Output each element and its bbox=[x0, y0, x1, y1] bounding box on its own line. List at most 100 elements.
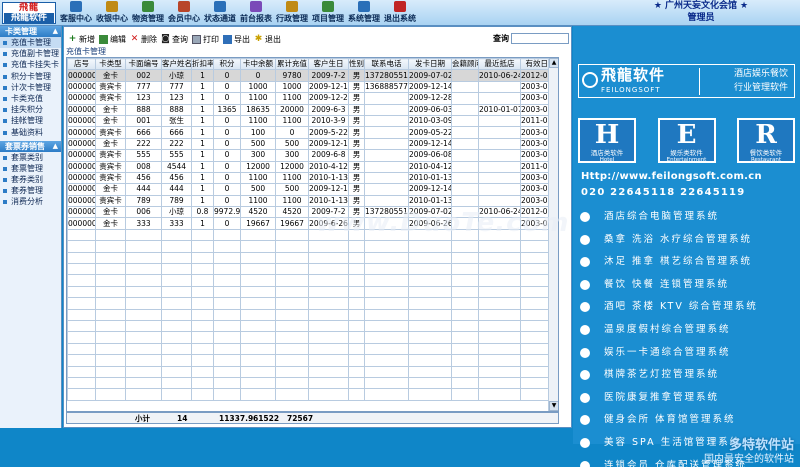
top-menu-headset[interactable]: 客服中心 bbox=[58, 0, 94, 26]
column-header[interactable]: 店号 bbox=[67, 58, 96, 71]
table-cell: 0 bbox=[213, 183, 241, 196]
column-header[interactable]: 卡中余额 bbox=[240, 58, 276, 71]
column-header[interactable]: 折扣率 bbox=[191, 58, 214, 71]
table-row[interactable] bbox=[67, 274, 558, 287]
column-header[interactable]: 发卡日期 bbox=[408, 58, 452, 71]
table-row[interactable]: 000000 贵宾卡 008 4544 1 0 12000 12000 2010-4-12 男 20… bbox=[67, 160, 558, 173]
top-menu-report[interactable]: 前台报表 bbox=[238, 0, 274, 26]
table-row[interactable]: 000000 贵宾卡 666 666 1 0 100 0 2009-5-22 男 2009-05-2… bbox=[67, 126, 558, 139]
nav-item[interactable]: 充值卡管理 bbox=[0, 37, 61, 49]
table-cell bbox=[478, 342, 521, 356]
column-header[interactable]: 最近抵店 bbox=[478, 58, 521, 71]
table-cell: 金卡 bbox=[95, 114, 126, 128]
scroll-up-icon[interactable]: ▲ bbox=[549, 58, 558, 68]
export-button[interactable]: 导出 bbox=[223, 32, 250, 46]
table-row[interactable]: 000000 金卡 001 张生 1 0 1100 1100 2010-3-9 男 2010-03-… bbox=[67, 114, 558, 128]
table-row[interactable]: 000000 贵宾卡 789 789 1 0 1100 1100 2010-1-13 男 2010-… bbox=[67, 194, 558, 208]
table-cell: 000000 bbox=[67, 183, 96, 196]
table-row[interactable] bbox=[67, 376, 558, 390]
table-row[interactable] bbox=[67, 354, 558, 367]
collapse-arrow-icon[interactable]: ▲ bbox=[53, 141, 58, 152]
nav-item-label: 基础资料 bbox=[11, 127, 43, 137]
nav-item-label: 计次卡管理 bbox=[11, 82, 51, 92]
collapse-arrow-icon[interactable]: ▲ bbox=[53, 26, 58, 37]
column-header[interactable]: 累计充值 bbox=[275, 58, 309, 71]
table-cell bbox=[191, 240, 214, 253]
table-row[interactable]: 000000 贵宾卡 456 456 1 0 1100 1100 2010-1-13 男 2010-… bbox=[67, 171, 558, 185]
nav-item[interactable]: 套票类别 bbox=[0, 152, 61, 163]
top-menu-admin[interactable]: 行政管理 bbox=[274, 0, 310, 26]
scroll-down-icon[interactable]: ▼ bbox=[549, 401, 558, 411]
nav-item[interactable]: 套券类别 bbox=[0, 174, 61, 185]
table-row[interactable]: 000000 贵宾卡 777 777 1 0 1000 1000 2009-12-14 男 1368… bbox=[67, 80, 558, 94]
table-row[interactable]: 000000 金卡 888 888 1 1365 18635 20000 2009-6-3 男 20… bbox=[67, 103, 558, 116]
column-header[interactable]: 会籍顾问 bbox=[451, 58, 479, 71]
top-menu-cashier[interactable]: 收银中心 bbox=[94, 0, 130, 26]
delete-button[interactable]: ✕ 删除 bbox=[130, 32, 157, 46]
top-menu-system[interactable]: 系统管理 bbox=[346, 0, 382, 26]
table-row[interactable]: 000000 贵宾卡 123 123 1 0 1100 1100 2009-12-28 男 2009… bbox=[67, 92, 558, 105]
table-row[interactable]: 000000 金卡 444 444 1 0 500 500 2009-12-14 男 2009-12… bbox=[67, 183, 558, 196]
table-row[interactable] bbox=[67, 297, 558, 310]
nav-item[interactable]: 充值副卡管理 bbox=[0, 48, 61, 59]
nav-item[interactable]: 挂帐管理 bbox=[0, 115, 61, 126]
top-menu-label: 收银中心 bbox=[96, 14, 128, 23]
query-button[interactable]: ◙ 查询 bbox=[161, 32, 188, 46]
table-row[interactable] bbox=[67, 285, 558, 299]
column-header[interactable]: 联系电话 bbox=[364, 58, 409, 71]
table-cell bbox=[451, 80, 479, 94]
nav-item[interactable]: 挂失积分 bbox=[0, 104, 61, 115]
table-row[interactable] bbox=[67, 319, 558, 333]
bullet-icon bbox=[3, 155, 7, 160]
nav-item[interactable]: 基础资料 bbox=[0, 127, 61, 138]
column-header[interactable]: 客户生日 bbox=[308, 58, 349, 71]
add-button[interactable]: + 新增 bbox=[68, 32, 95, 46]
nav-item[interactable]: 积分卡管理 bbox=[0, 71, 61, 82]
table-cell bbox=[478, 240, 521, 253]
table-row[interactable] bbox=[67, 308, 558, 322]
edit-button[interactable]: 编辑 bbox=[99, 32, 126, 46]
table-row[interactable] bbox=[67, 342, 558, 356]
exit-button[interactable]: ✱ 退出 bbox=[254, 32, 281, 46]
table-row[interactable] bbox=[67, 240, 558, 253]
table-row[interactable]: 000000金卡002小琼10097802009-7-2男13728055119… bbox=[67, 69, 558, 82]
top-menu-project[interactable]: 项目管理 bbox=[310, 0, 346, 26]
table-cell: 1000 bbox=[240, 80, 276, 94]
column-header[interactable]: 积分 bbox=[213, 58, 241, 71]
top-menu-member[interactable]: 会员中心 bbox=[166, 0, 202, 26]
top-menu-label: 会员中心 bbox=[168, 14, 200, 23]
table-cell bbox=[213, 331, 241, 344]
column-header[interactable]: 性别 bbox=[348, 58, 365, 71]
table-row[interactable] bbox=[67, 251, 558, 265]
nav-item[interactable]: 消费分析 bbox=[0, 196, 61, 207]
top-menu-status[interactable]: 状态通道 bbox=[202, 0, 238, 26]
nav-item[interactable]: 计次卡管理 bbox=[0, 82, 61, 93]
table-row[interactable] bbox=[67, 263, 558, 276]
table-cell bbox=[408, 274, 452, 287]
table-row[interactable]: 000000 金卡 222 222 1 0 500 500 2009-12-14 男 2009-12… bbox=[67, 137, 558, 151]
table-cell bbox=[348, 285, 365, 299]
nav-item[interactable]: 套券管理 bbox=[0, 185, 61, 196]
column-header[interactable]: 卡类型 bbox=[95, 58, 126, 71]
top-menu-box[interactable]: 物资管理 bbox=[130, 0, 166, 26]
nav-item[interactable]: 充值卡挂失卡 bbox=[0, 59, 61, 70]
nav-section-card-management[interactable]: 卡类管理 ▲ bbox=[0, 26, 61, 37]
table-row[interactable] bbox=[67, 331, 558, 344]
print-button[interactable]: 打印 bbox=[192, 32, 219, 46]
table-row[interactable] bbox=[67, 365, 558, 378]
table-cell: 1 bbox=[191, 92, 214, 105]
nav-item[interactable]: 卡类充值 bbox=[0, 93, 61, 104]
table-row[interactable] bbox=[67, 388, 558, 401]
table-row[interactable]: 000000 贵宾卡 555 555 1 0 300 300 2009-6-8 男 2009-06-… bbox=[67, 149, 558, 162]
top-menu-exit[interactable]: 退出系统 bbox=[382, 0, 418, 26]
table-cell: 1100 bbox=[275, 92, 309, 105]
table-cell bbox=[240, 228, 276, 242]
nav-section-package-sales[interactable]: 套票券销售 ▲ bbox=[0, 140, 61, 152]
panel-title: 充值卡管理 bbox=[66, 47, 106, 56]
search-input[interactable] bbox=[511, 33, 569, 44]
nav-item[interactable]: 套票管理 bbox=[0, 163, 61, 174]
column-header[interactable]: 卡面编号 bbox=[125, 58, 162, 71]
column-header[interactable]: 客户姓名 bbox=[161, 58, 192, 71]
table-cell bbox=[275, 354, 309, 367]
table-cell: 20000 bbox=[275, 103, 309, 116]
